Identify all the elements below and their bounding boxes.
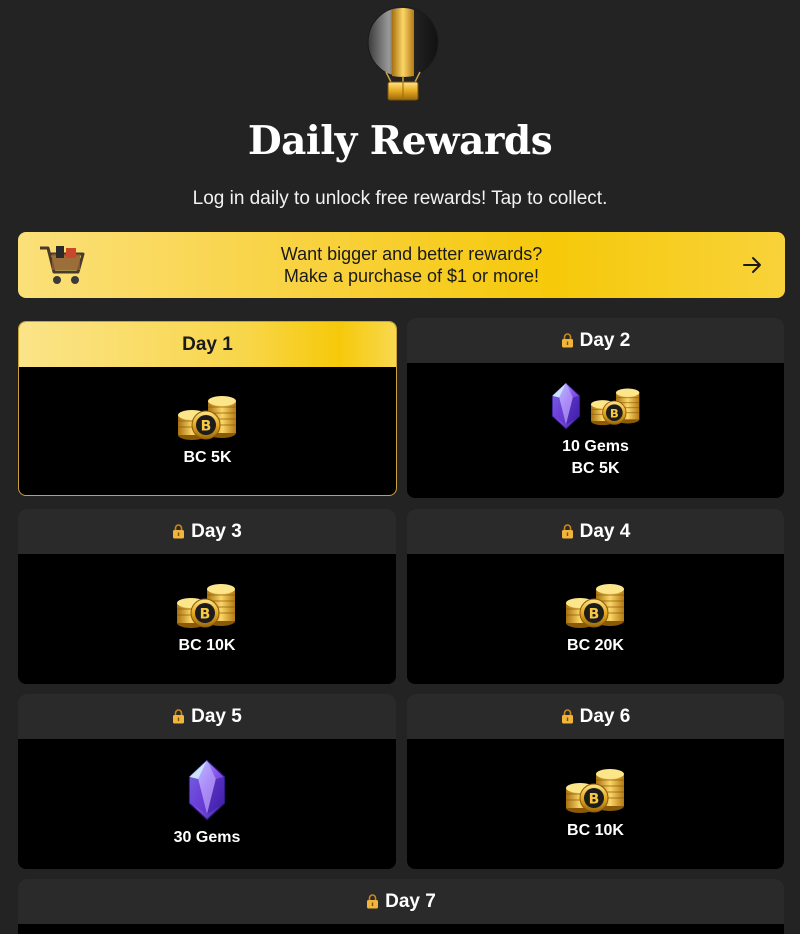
promo-text: Want bigger and better rewards? Make a p…	[98, 243, 725, 287]
lock-icon	[561, 524, 574, 539]
reward-text: BC 20K	[567, 637, 624, 654]
promo-line-1: Want bigger and better rewards?	[280, 244, 543, 264]
lock-icon	[172, 524, 185, 539]
day-label: Day 1	[182, 333, 233, 355]
coins-icon	[176, 393, 240, 441]
day-card-body: 30 Gems	[18, 739, 396, 869]
day-card-5[interactable]: Day 5 30 Gems	[18, 694, 396, 869]
coins-icon	[175, 581, 239, 629]
day-card-body: 10 Gems BC 5K	[407, 363, 784, 498]
reward-line-1: 10 Gems	[562, 437, 629, 455]
gem-icon	[185, 759, 229, 821]
purchase-promo-banner[interactable]: Want bigger and better rewards? Make a p…	[18, 232, 785, 298]
day-label: Day 3	[191, 520, 242, 542]
reward-text: 30 Gems	[173, 829, 241, 846]
day-card-header: Day 6	[407, 694, 784, 739]
day-card-body: BC 5K	[19, 367, 396, 495]
day-label: Day 7	[385, 890, 436, 912]
day-card-4[interactable]: Day 4 BC 20K	[407, 509, 784, 684]
day-card-6[interactable]: Day 6 BC 10K	[407, 694, 784, 869]
reward-text: 10 Gems BC 5K	[562, 436, 629, 480]
balloon-logo-icon	[364, 4, 442, 102]
day-card-3[interactable]: Day 3 BC 10K	[18, 509, 396, 684]
coins-icon	[589, 386, 643, 426]
page-subtitle: Log in daily to unlock free rewards! Tap…	[192, 188, 608, 209]
day-card-header: Day 4	[407, 509, 784, 554]
day-label: Day 6	[579, 705, 631, 727]
lock-icon	[561, 709, 574, 724]
arrow-right-icon[interactable]	[741, 254, 763, 276]
day-card-body: BC 20K	[407, 554, 784, 684]
shopping-cart-icon	[38, 242, 86, 288]
lock-icon	[172, 709, 185, 724]
day-card-header: Day 3	[18, 509, 396, 554]
day-card-2[interactable]: Day 2 10 Gems BC 5K	[407, 318, 784, 498]
day-card-body: BC 10K	[18, 554, 396, 684]
reward-text: BC 5K	[183, 449, 232, 466]
day-card-1[interactable]: Day 1 BC 5K	[18, 321, 397, 496]
day-card-header: Day 1	[19, 322, 396, 367]
day-card-header: Day 7	[18, 879, 784, 924]
day-card-7[interactable]: Day 7	[18, 879, 784, 934]
day-label: Day 4	[579, 520, 631, 542]
promo-line-2: Make a purchase of $1 or more!	[283, 266, 540, 286]
reward-line-2: BC 5K	[571, 459, 620, 477]
day-card-header: Day 5	[18, 694, 396, 739]
day-label: Day 5	[191, 705, 242, 727]
lock-icon	[561, 333, 574, 348]
lock-icon	[366, 894, 379, 909]
page-title: Daily Rewards	[247, 118, 553, 164]
day-card-header: Day 2	[407, 318, 784, 363]
day-card-body: BC 10K	[407, 739, 784, 869]
reward-text: BC 10K	[567, 822, 624, 839]
gem-icon	[549, 382, 583, 430]
coins-icon	[564, 581, 628, 629]
reward-text: BC 10K	[178, 637, 236, 654]
day-label: Day 2	[579, 329, 631, 351]
coins-icon	[564, 766, 628, 814]
